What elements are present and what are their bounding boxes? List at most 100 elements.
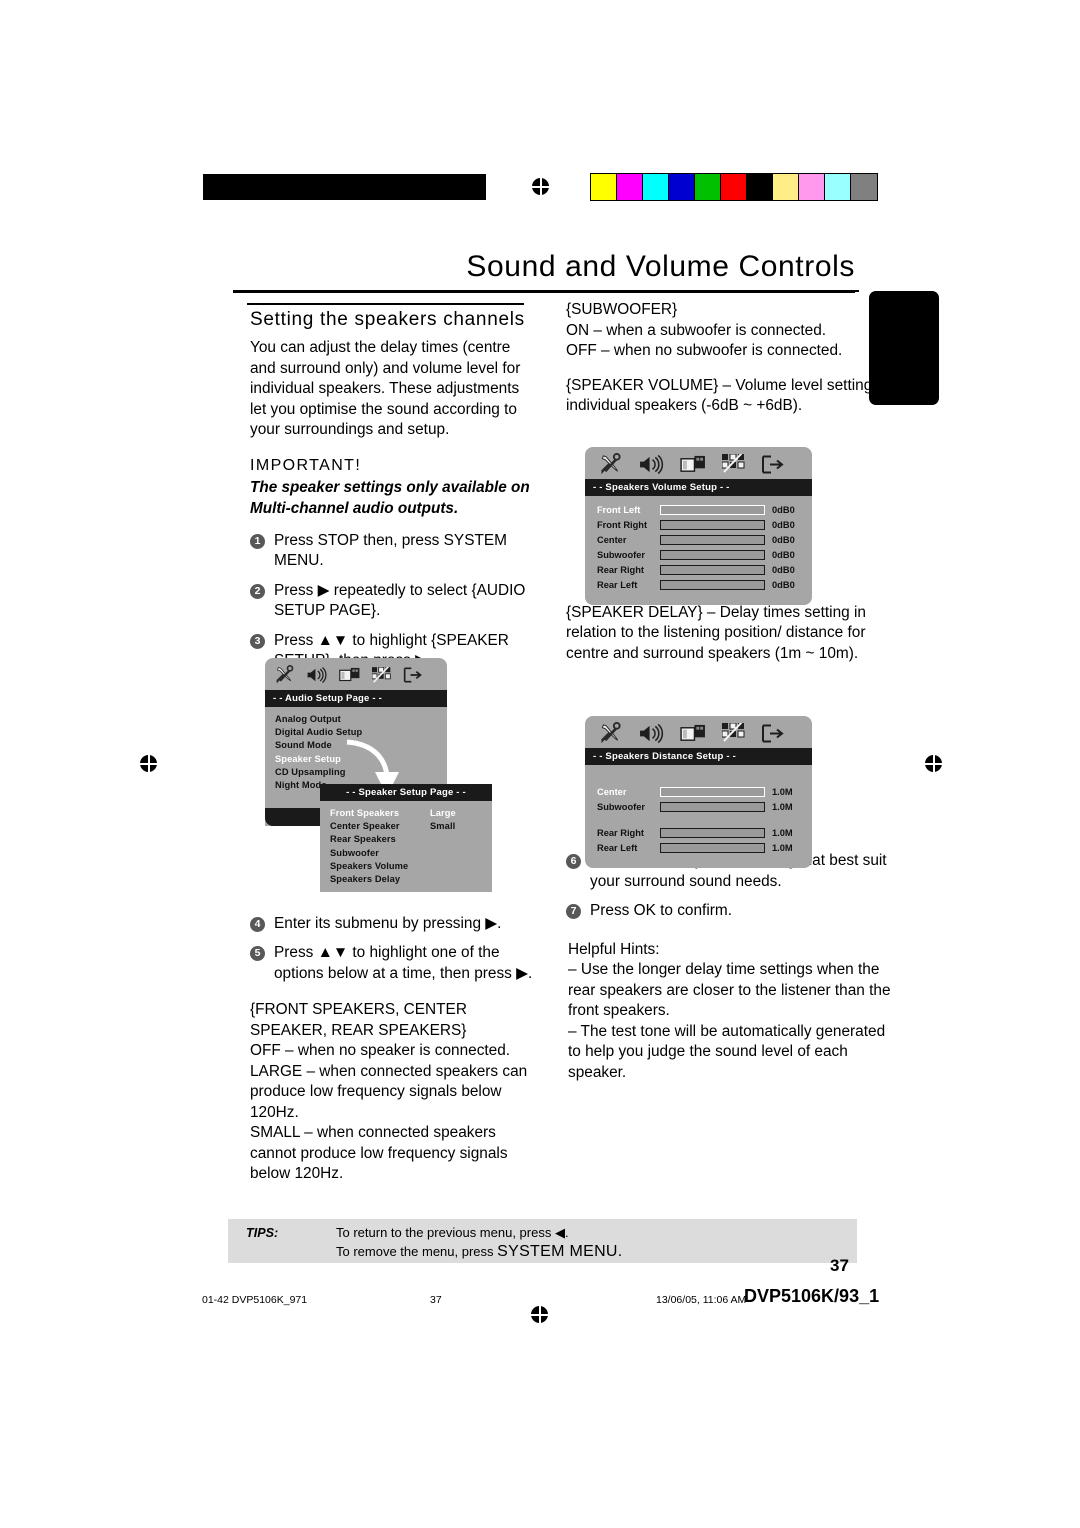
important-heading: IMPORTANT! — [250, 456, 362, 474]
color-swatch — [643, 174, 669, 200]
volume-label: Center — [597, 534, 627, 545]
osd-speakers-volume-screen: - - Speakers Volume Setup - - Front Left… — [585, 447, 812, 605]
osd-menu-item[interactable]: Center Speaker — [330, 820, 492, 833]
distance-label: Rear Right — [597, 827, 645, 838]
osd-distance-title: - - Speakers Distance Setup - - — [585, 748, 812, 765]
volume-slider[interactable] — [660, 564, 765, 575]
distance-slider[interactable] — [660, 842, 765, 853]
osd-menu-item[interactable]: CD Upsampling — [275, 766, 447, 779]
volume-value: 0dB0 — [772, 519, 795, 530]
exit-icon — [403, 667, 422, 683]
distance-slider[interactable] — [660, 827, 765, 838]
step-text: Press ▶ repeatedly to select {AUDIO SETU… — [274, 581, 526, 620]
intro-paragraph: You can adjust the delay times (centre a… — [250, 339, 521, 438]
osd-icon-bar — [585, 447, 812, 479]
speakers-options-heading: {FRONT SPEAKERS, CENTER SPEAKER, REAR SP… — [250, 1001, 467, 1039]
speaker-icon — [640, 454, 664, 474]
osd-menu-item[interactable]: Analog Output — [275, 713, 447, 726]
volume-slider[interactable] — [660, 504, 765, 515]
volume-row[interactable]: Center 0dB0 — [597, 533, 802, 547]
osd-menu-item[interactable]: Digital Audio Setup — [275, 726, 447, 739]
distance-slider[interactable] — [660, 786, 765, 797]
volume-row[interactable]: Subwoofer 0dB0 — [597, 548, 802, 562]
color-swatch — [825, 174, 851, 200]
color-swatch — [747, 174, 773, 200]
volume-slider[interactable] — [660, 534, 765, 545]
exit-icon — [762, 724, 784, 742]
step-7: 7 Press OK to confirm. — [566, 901, 896, 922]
distance-row[interactable]: Rear Right 1.0M — [597, 826, 802, 840]
volume-slider[interactable] — [660, 549, 765, 560]
osd-audio-setup-title: - - Audio Setup Page - - — [265, 690, 447, 707]
osd-value-selected[interactable]: Large — [430, 807, 456, 820]
distance-row[interactable]: Subwoofer 1.0M — [597, 800, 802, 814]
step-number: 5 — [250, 946, 265, 961]
distance-row[interactable]: Center 1.0M — [597, 785, 802, 799]
speakers-large-text: LARGE – when connected speakers can prod… — [250, 1062, 528, 1121]
osd-menu-item-selected[interactable]: Front Speakers — [330, 807, 492, 820]
color-swatch — [773, 174, 799, 200]
subwoofer-off-text: OFF – when no subwoofer is connected. — [566, 342, 843, 359]
volume-value: 0dB0 — [772, 504, 795, 515]
tips-line-1: To return to the previous menu, press ◀. — [336, 1225, 569, 1240]
step-4: 4 Enter its submenu by pressing ▶. — [250, 914, 536, 935]
volume-label: Front Left — [597, 504, 641, 515]
tips-line-2-prefix: To remove the menu, press — [336, 1244, 498, 1259]
volume-slider[interactable] — [660, 519, 765, 530]
registration-target-icon — [527, 1302, 552, 1327]
color-swatch — [591, 174, 617, 200]
volume-row[interactable]: Front Right 0dB0 — [597, 518, 802, 532]
speakers-off-text: OFF – when no speaker is connected. — [250, 1042, 511, 1059]
hints-heading: Helpful Hints: — [568, 940, 660, 958]
osd-icon-bar — [265, 658, 447, 690]
volume-value: 0dB0 — [772, 534, 795, 545]
registration-target-icon — [528, 174, 553, 199]
distance-row[interactable]: Rear Left 1.0M — [597, 841, 802, 855]
important-body: The speaker settings only available on M… — [250, 478, 530, 517]
color-swatch — [799, 174, 825, 200]
page-title: Sound and Volume Controls — [466, 250, 855, 283]
preference-icon — [722, 454, 745, 473]
step-5: 5 Press ▲▼ to highlight one of the optio… — [250, 943, 536, 984]
volume-row[interactable]: Rear Right 0dB0 — [597, 563, 802, 577]
osd-volume-title: - - Speakers Volume Setup - - — [585, 479, 812, 496]
tools-icon — [276, 665, 294, 684]
step-text: Enter its submenu by pressing ▶. — [274, 914, 502, 932]
print-color-bar — [590, 173, 878, 201]
video-icon — [339, 667, 360, 682]
preference-icon — [372, 666, 391, 683]
osd-menu-item[interactable]: Rear Speakers — [330, 833, 492, 846]
printer-footer-left: 01-42 DVP5106K_971 — [202, 1294, 308, 1306]
osd-menu-item[interactable]: Subwoofer — [330, 847, 492, 860]
osd-speaker-setup-values: Large Small — [430, 807, 456, 833]
distance-label: Center — [597, 786, 627, 797]
printer-footer-center: 37 — [430, 1294, 442, 1306]
tips-box: TIPS: To return to the previous menu, pr… — [228, 1219, 857, 1263]
osd-value[interactable]: Small — [430, 820, 456, 833]
registration-target-icon — [921, 751, 946, 776]
step-number: 1 — [250, 533, 265, 549]
osd-menu-item[interactable]: Sound Mode — [275, 739, 447, 752]
osd-menu-item[interactable]: Speakers Volume — [330, 860, 492, 873]
color-swatch — [617, 174, 643, 200]
video-icon — [680, 455, 705, 472]
subwoofer-heading: {SUBWOOFER} — [566, 301, 678, 318]
color-swatch — [721, 174, 747, 200]
step-1: 1 Press STOP then, press SYSTEM MENU. — [250, 531, 536, 572]
volume-label: Rear Right — [597, 564, 645, 575]
speakers-small-text: SMALL – when connected speakers cannot p… — [250, 1124, 508, 1182]
osd-menu-item-selected[interactable]: Speaker Setup — [275, 753, 447, 766]
edge-tick — [852, 290, 859, 292]
volume-row[interactable]: Rear Left 0dB0 — [597, 578, 802, 592]
tips-line-2: To remove the menu, press SYSTEM MENU. — [336, 1243, 623, 1261]
distance-slider[interactable] — [660, 801, 765, 812]
osd-speaker-setup-list: Front Speakers Center Speaker Rear Speak… — [320, 801, 492, 892]
step-number: 6 — [566, 854, 581, 869]
crop-black-bar — [203, 174, 486, 200]
volume-row[interactable]: Front Left 0dB0 — [597, 503, 802, 517]
volume-slider[interactable] — [660, 579, 765, 590]
volume-value: 0dB0 — [772, 579, 795, 590]
osd-icon-bar — [585, 716, 812, 748]
registration-target-icon — [136, 751, 161, 776]
osd-menu-item[interactable]: Speakers Delay — [330, 873, 492, 886]
